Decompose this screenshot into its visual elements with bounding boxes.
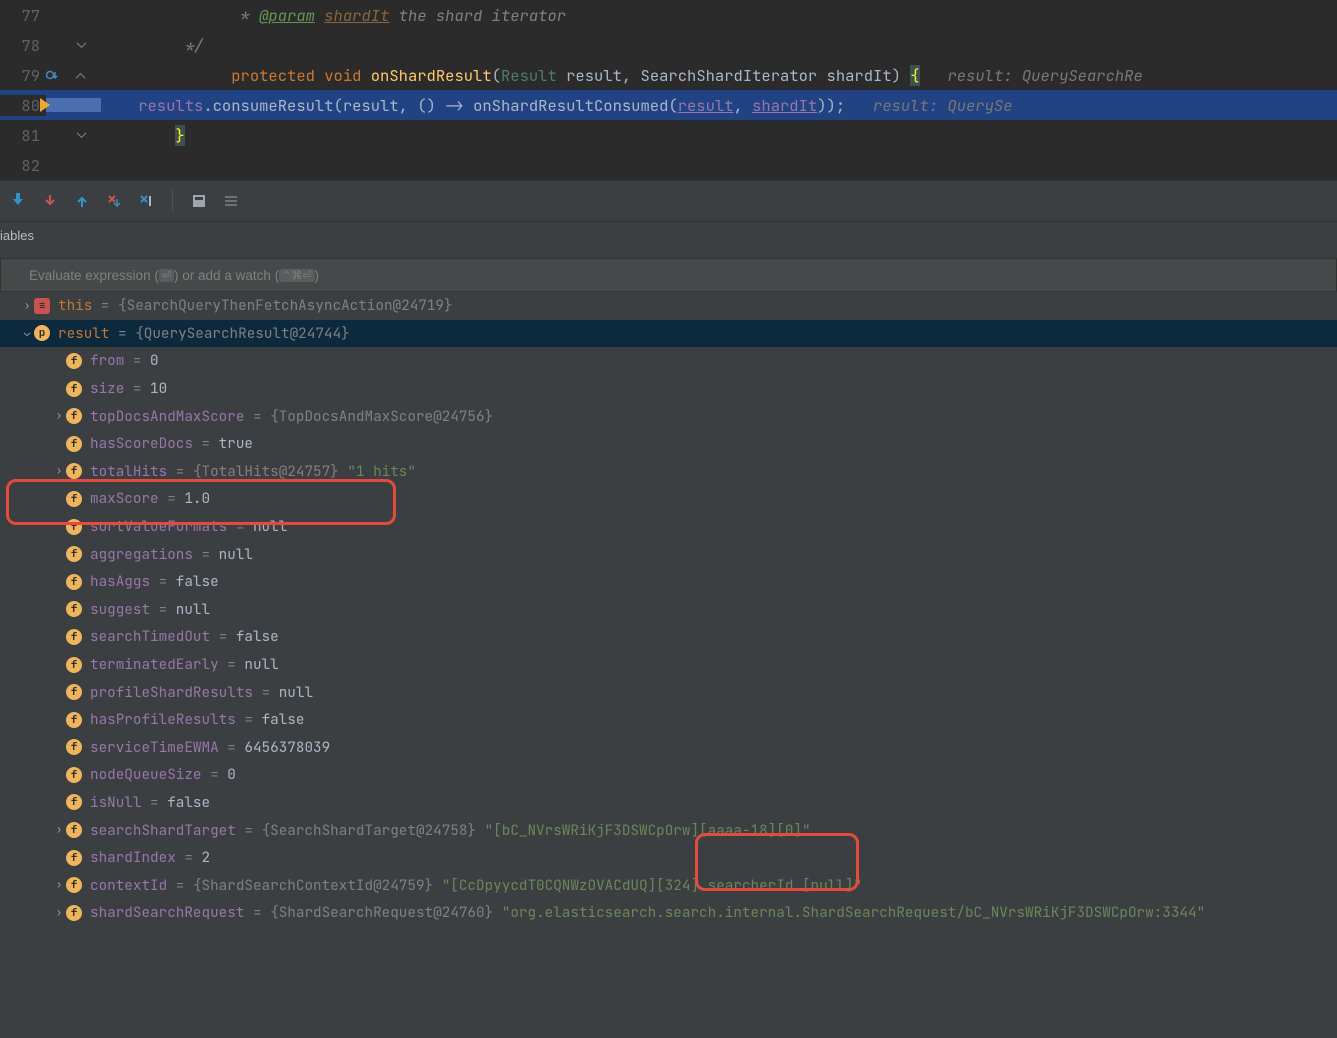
field-icon: f: [66, 436, 82, 452]
var-row-profileShardResults[interactable]: fprofileShardResults = null: [0, 678, 1337, 706]
field-icon: f: [66, 684, 82, 700]
line-number: 82: [0, 155, 46, 176]
gutter[interactable]: [46, 98, 101, 112]
field-icon: f: [66, 381, 82, 397]
evaluate-icon[interactable]: [191, 193, 207, 209]
fold-start-icon[interactable]: [75, 70, 86, 81]
field-icon: f: [66, 767, 82, 783]
var-row-hasAggs[interactable]: fhasAggs = false: [0, 568, 1337, 596]
param-icon: p: [34, 325, 50, 341]
field-icon: f: [66, 574, 82, 590]
var-row-hasProfileResults[interactable]: fhasProfileResults = false: [0, 706, 1337, 734]
field-icon: f: [66, 657, 82, 673]
chevron-right-icon[interactable]: ›: [52, 464, 66, 478]
var-row-searchShardTarget[interactable]: ›fsearchShardTarget = {SearchShardTarget…: [0, 816, 1337, 844]
toolbar-separator: [172, 190, 173, 212]
field-icon: f: [66, 601, 82, 617]
gutter[interactable]: [46, 130, 101, 141]
var-row-shardSearchRequest[interactable]: ›fshardSearchRequest = {ShardSearchReque…: [0, 899, 1337, 927]
var-row-terminatedEarly[interactable]: fterminatedEarly = null: [0, 651, 1337, 679]
var-row-isNull[interactable]: fisNull = false: [0, 789, 1337, 817]
selected-line: 80 results.consumeResult(result, () -> o…: [0, 90, 1337, 120]
var-row-size[interactable]: fsize = 10: [0, 375, 1337, 403]
var-row-this[interactable]: › ≡ this = {SearchQueryThenFetchAsyncAct…: [0, 292, 1337, 320]
step-out-icon[interactable]: [74, 193, 90, 209]
var-row-result[interactable]: ⌄ p result = {QuerySearchResult@24744}: [0, 320, 1337, 348]
chevron-right-icon[interactable]: ›: [52, 906, 66, 920]
var-row-contextId[interactable]: ›fcontextId = {ShardSearchContextId@2475…: [0, 871, 1337, 899]
field-icon: f: [66, 850, 82, 866]
field-icon: f: [66, 491, 82, 507]
fold-end-icon[interactable]: [76, 130, 87, 141]
debug-toolbar: [0, 180, 1337, 222]
override-icon[interactable]: [46, 68, 60, 82]
var-row-nodeQueueSize[interactable]: fnodeQueueSize = 0: [0, 761, 1337, 789]
debug-tab-label[interactable]: iables: [0, 222, 1337, 258]
chevron-right-icon[interactable]: ›: [52, 409, 66, 423]
field-icon: f: [66, 822, 82, 838]
var-row-searchTimedOut[interactable]: fsearchTimedOut = false: [0, 623, 1337, 651]
var-row-hasScoreDocs[interactable]: fhasScoreDocs = true: [0, 430, 1337, 458]
field-icon: f: [66, 712, 82, 728]
chevron-right-icon[interactable]: ›: [20, 299, 34, 313]
field-icon: f: [66, 408, 82, 424]
field-icon: f: [66, 739, 82, 755]
drop-frame-icon[interactable]: [106, 193, 122, 209]
variables-tree[interactable]: › ≡ this = {SearchQueryThenFetchAsyncAct…: [0, 292, 1337, 1038]
field-icon: f: [66, 794, 82, 810]
var-row-aggregations[interactable]: faggregations = null: [0, 540, 1337, 568]
chevron-down-icon[interactable]: ⌄: [20, 326, 34, 340]
var-row-suggest[interactable]: fsuggest = null: [0, 596, 1337, 624]
var-row-topDocsAndMaxScore[interactable]: ›ftopDocsAndMaxScore = {TopDocsAndMaxSco…: [0, 402, 1337, 430]
field-icon: f: [66, 546, 82, 562]
step-over-icon[interactable]: [10, 193, 26, 209]
chevron-right-icon[interactable]: ›: [52, 878, 66, 892]
field-icon: f: [66, 353, 82, 369]
var-row-shardIndex[interactable]: fshardIndex = 2: [0, 844, 1337, 872]
field-icon: f: [66, 463, 82, 479]
field-icon: f: [66, 519, 82, 535]
var-row-from[interactable]: ffrom = 0: [0, 347, 1337, 375]
chevron-right-icon[interactable]: ›: [52, 823, 66, 837]
line-number: 78: [0, 35, 46, 56]
var-row-maxScore[interactable]: fmaxScore = 1.0: [0, 485, 1337, 513]
line-number: 77: [0, 5, 46, 26]
trace-icon[interactable]: [223, 193, 239, 209]
field-icon: f: [66, 877, 82, 893]
fold-end-icon[interactable]: [76, 40, 87, 51]
line-number: 79: [0, 65, 46, 86]
var-row-totalHits[interactable]: ›ftotalHits = {TotalHits@24757} "1 hits": [0, 458, 1337, 486]
caret: {: [910, 65, 919, 86]
object-icon: ≡: [34, 298, 50, 314]
var-row-sortValueFormats[interactable]: fsortValueFormats = null: [0, 513, 1337, 541]
var-row-serviceTimeEWMA[interactable]: fserviceTimeEWMA = 6456378039: [0, 734, 1337, 762]
step-into-icon[interactable]: [42, 193, 58, 209]
gutter[interactable]: [46, 40, 101, 51]
gutter[interactable]: [46, 68, 101, 82]
line-number: 81: [0, 125, 46, 146]
code-editor[interactable]: 77 * @param shardIt the shard iterator 7…: [0, 0, 1337, 180]
run-to-cursor-icon[interactable]: [138, 193, 154, 209]
field-icon: f: [66, 629, 82, 645]
exec-pointer-icon: [40, 98, 50, 112]
watch-input[interactable]: Evaluate expression (⏎) or add a watch (…: [0, 258, 1337, 292]
field-icon: f: [66, 905, 82, 921]
